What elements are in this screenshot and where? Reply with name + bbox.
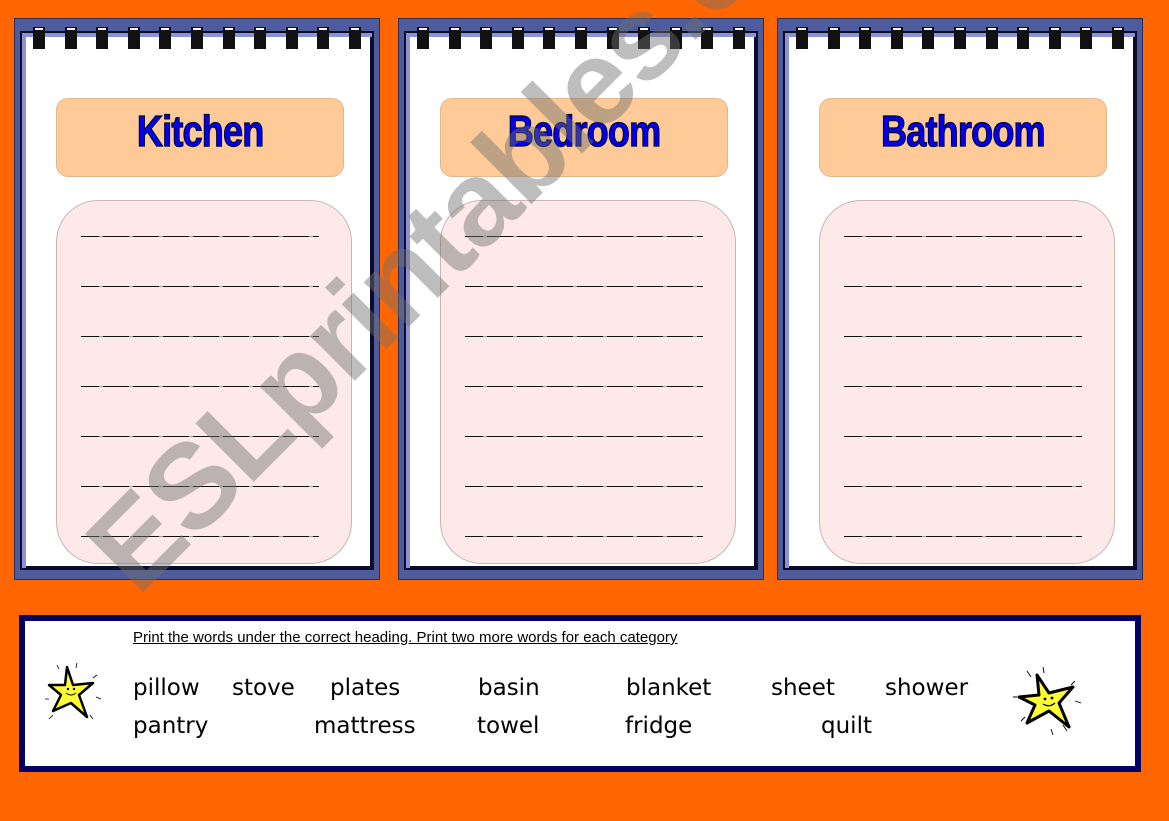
spiral-ring bbox=[922, 27, 935, 49]
writing-line bbox=[844, 486, 1082, 487]
notepad-frame: Bedroom bbox=[404, 31, 758, 570]
writing-line bbox=[465, 336, 703, 337]
word-sheet: sheet bbox=[771, 675, 835, 701]
notepad-paper: Bathroom bbox=[789, 37, 1135, 568]
spiral-ring bbox=[827, 27, 840, 49]
notepad-bedroom: Bedroom bbox=[398, 18, 764, 580]
spiral-ring bbox=[64, 27, 77, 49]
word-towel: towel bbox=[477, 713, 540, 739]
notepad-title: Bedroom bbox=[507, 106, 661, 156]
writing-line bbox=[465, 436, 703, 437]
spiral-ring bbox=[985, 27, 998, 49]
spiral-ring bbox=[317, 27, 330, 49]
word-mattress: mattress bbox=[314, 713, 416, 739]
smiling-star-icon bbox=[1013, 666, 1082, 736]
spiral-ring bbox=[796, 27, 808, 49]
notepad-frame: Kitchen bbox=[20, 31, 374, 570]
spiral-ring bbox=[606, 27, 619, 49]
spiral-ring bbox=[701, 27, 714, 49]
spiral-ring bbox=[638, 27, 651, 49]
spiral-binding bbox=[33, 27, 361, 49]
smiling-star-icon bbox=[45, 662, 102, 720]
writing-line bbox=[81, 236, 319, 237]
writing-line bbox=[844, 536, 1082, 537]
spiral-ring bbox=[448, 27, 461, 49]
spiral-ring bbox=[127, 27, 140, 49]
spiral-ring bbox=[511, 27, 524, 49]
spiral-ring bbox=[480, 27, 493, 49]
spiral-ring bbox=[190, 27, 203, 49]
writing-line bbox=[844, 286, 1082, 287]
writing-line bbox=[844, 436, 1082, 437]
writing-line bbox=[465, 286, 703, 287]
writing-line bbox=[81, 436, 319, 437]
spiral-ring bbox=[348, 27, 361, 49]
spiral-ring bbox=[285, 27, 298, 49]
instruction-text: Print the words under the correct headin… bbox=[133, 629, 678, 646]
writing-area[interactable] bbox=[440, 200, 736, 564]
spiral-ring bbox=[953, 27, 966, 49]
word-quilt: quilt bbox=[821, 713, 872, 739]
heading-box: Kitchen bbox=[56, 98, 344, 177]
spiral-binding bbox=[796, 27, 1124, 49]
writing-line bbox=[81, 536, 319, 537]
word-basin: basin bbox=[478, 675, 540, 701]
word-shower: shower bbox=[885, 675, 969, 701]
writing-line bbox=[81, 386, 319, 387]
writing-line bbox=[465, 236, 703, 237]
word-bank: Print the words under the correct headin… bbox=[19, 615, 1141, 772]
spiral-ring bbox=[1111, 27, 1124, 49]
word-fridge: fridge bbox=[625, 713, 693, 739]
spiral-ring bbox=[669, 27, 682, 49]
word-pillow: pillow bbox=[133, 675, 200, 701]
spiral-ring bbox=[574, 27, 587, 49]
writing-line bbox=[81, 286, 319, 287]
writing-line bbox=[844, 236, 1082, 237]
writing-area[interactable] bbox=[819, 200, 1115, 564]
notepad-paper: Kitchen bbox=[26, 37, 372, 568]
heading-box: Bathroom bbox=[819, 98, 1107, 177]
spiral-binding bbox=[417, 27, 745, 49]
notepad-kitchen: Kitchen bbox=[14, 18, 380, 580]
spiral-ring bbox=[859, 27, 872, 49]
writing-line bbox=[465, 486, 703, 487]
word-blanket: blanket bbox=[626, 675, 712, 701]
writing-line bbox=[81, 336, 319, 337]
spiral-ring bbox=[33, 27, 45, 49]
spiral-ring bbox=[417, 27, 429, 49]
writing-line bbox=[81, 486, 319, 487]
notepad-bathroom: Bathroom bbox=[777, 18, 1143, 580]
spiral-ring bbox=[1048, 27, 1061, 49]
word-plates: plates bbox=[330, 675, 401, 701]
notepad-title: Bathroom bbox=[881, 106, 1047, 156]
heading-box: Bedroom bbox=[440, 98, 728, 177]
word-stove: stove bbox=[232, 675, 295, 701]
spiral-ring bbox=[732, 27, 745, 49]
spiral-ring bbox=[96, 27, 109, 49]
spiral-ring bbox=[1080, 27, 1093, 49]
notepad-paper: Bedroom bbox=[410, 37, 756, 568]
writing-area[interactable] bbox=[56, 200, 352, 564]
writing-line bbox=[844, 336, 1082, 337]
notepad-title: Kitchen bbox=[136, 106, 264, 156]
spiral-ring bbox=[890, 27, 903, 49]
spiral-ring bbox=[254, 27, 267, 49]
writing-line bbox=[465, 536, 703, 537]
writing-line bbox=[844, 386, 1082, 387]
spiral-ring bbox=[543, 27, 556, 49]
spiral-ring bbox=[1017, 27, 1030, 49]
spiral-ring bbox=[222, 27, 235, 49]
notepad-frame: Bathroom bbox=[783, 31, 1137, 570]
word-pantry: pantry bbox=[133, 713, 209, 739]
spiral-ring bbox=[159, 27, 172, 49]
writing-line bbox=[465, 386, 703, 387]
